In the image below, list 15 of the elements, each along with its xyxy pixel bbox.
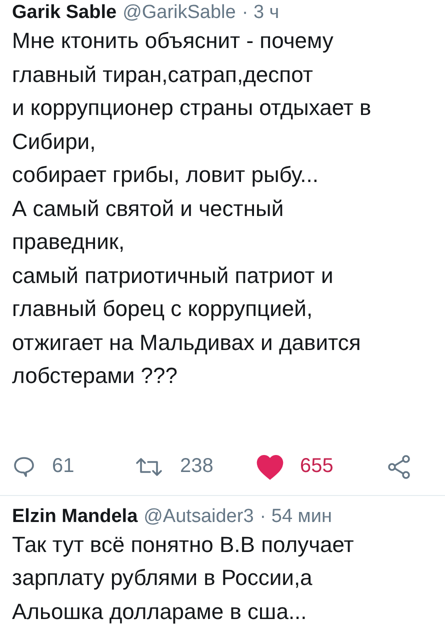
tweet-time: · 54 мин xyxy=(260,506,332,528)
share-icon xyxy=(386,454,412,480)
user-name[interactable]: Garik Sable xyxy=(12,2,117,24)
share-button[interactable] xyxy=(386,454,412,480)
tweet-text: Мне ктонить объяснит - почему главный тиран,сатрап,деспот и коррупционер страны отдыхает в Сибири, собирает грибы, ловит рыбу... А самый святой и честный праведник, самый патриотичный патриот и главный борец с коррупцией, отжигает на Мальдивах и давится лобстерами ??? xyxy=(12,27,372,390)
user-handle: @Autsaider3 xyxy=(144,506,254,528)
user-handle: @GarikSable xyxy=(122,2,236,24)
like-button[interactable]: 655 xyxy=(256,454,378,480)
tweet-time: · 3 ч xyxy=(242,2,280,24)
retweet-button[interactable]: 238 xyxy=(134,454,256,478)
user-name[interactable]: Elzin Mandela xyxy=(12,506,138,528)
heart-icon xyxy=(256,454,284,480)
reply-button[interactable]: 61 xyxy=(12,454,134,478)
tweet-text: Так тут всё понятно В.В получает зарплату рублями в России,а Альошка доллараме в сша... xyxy=(12,530,355,626)
speech-bubble-icon xyxy=(12,454,36,478)
